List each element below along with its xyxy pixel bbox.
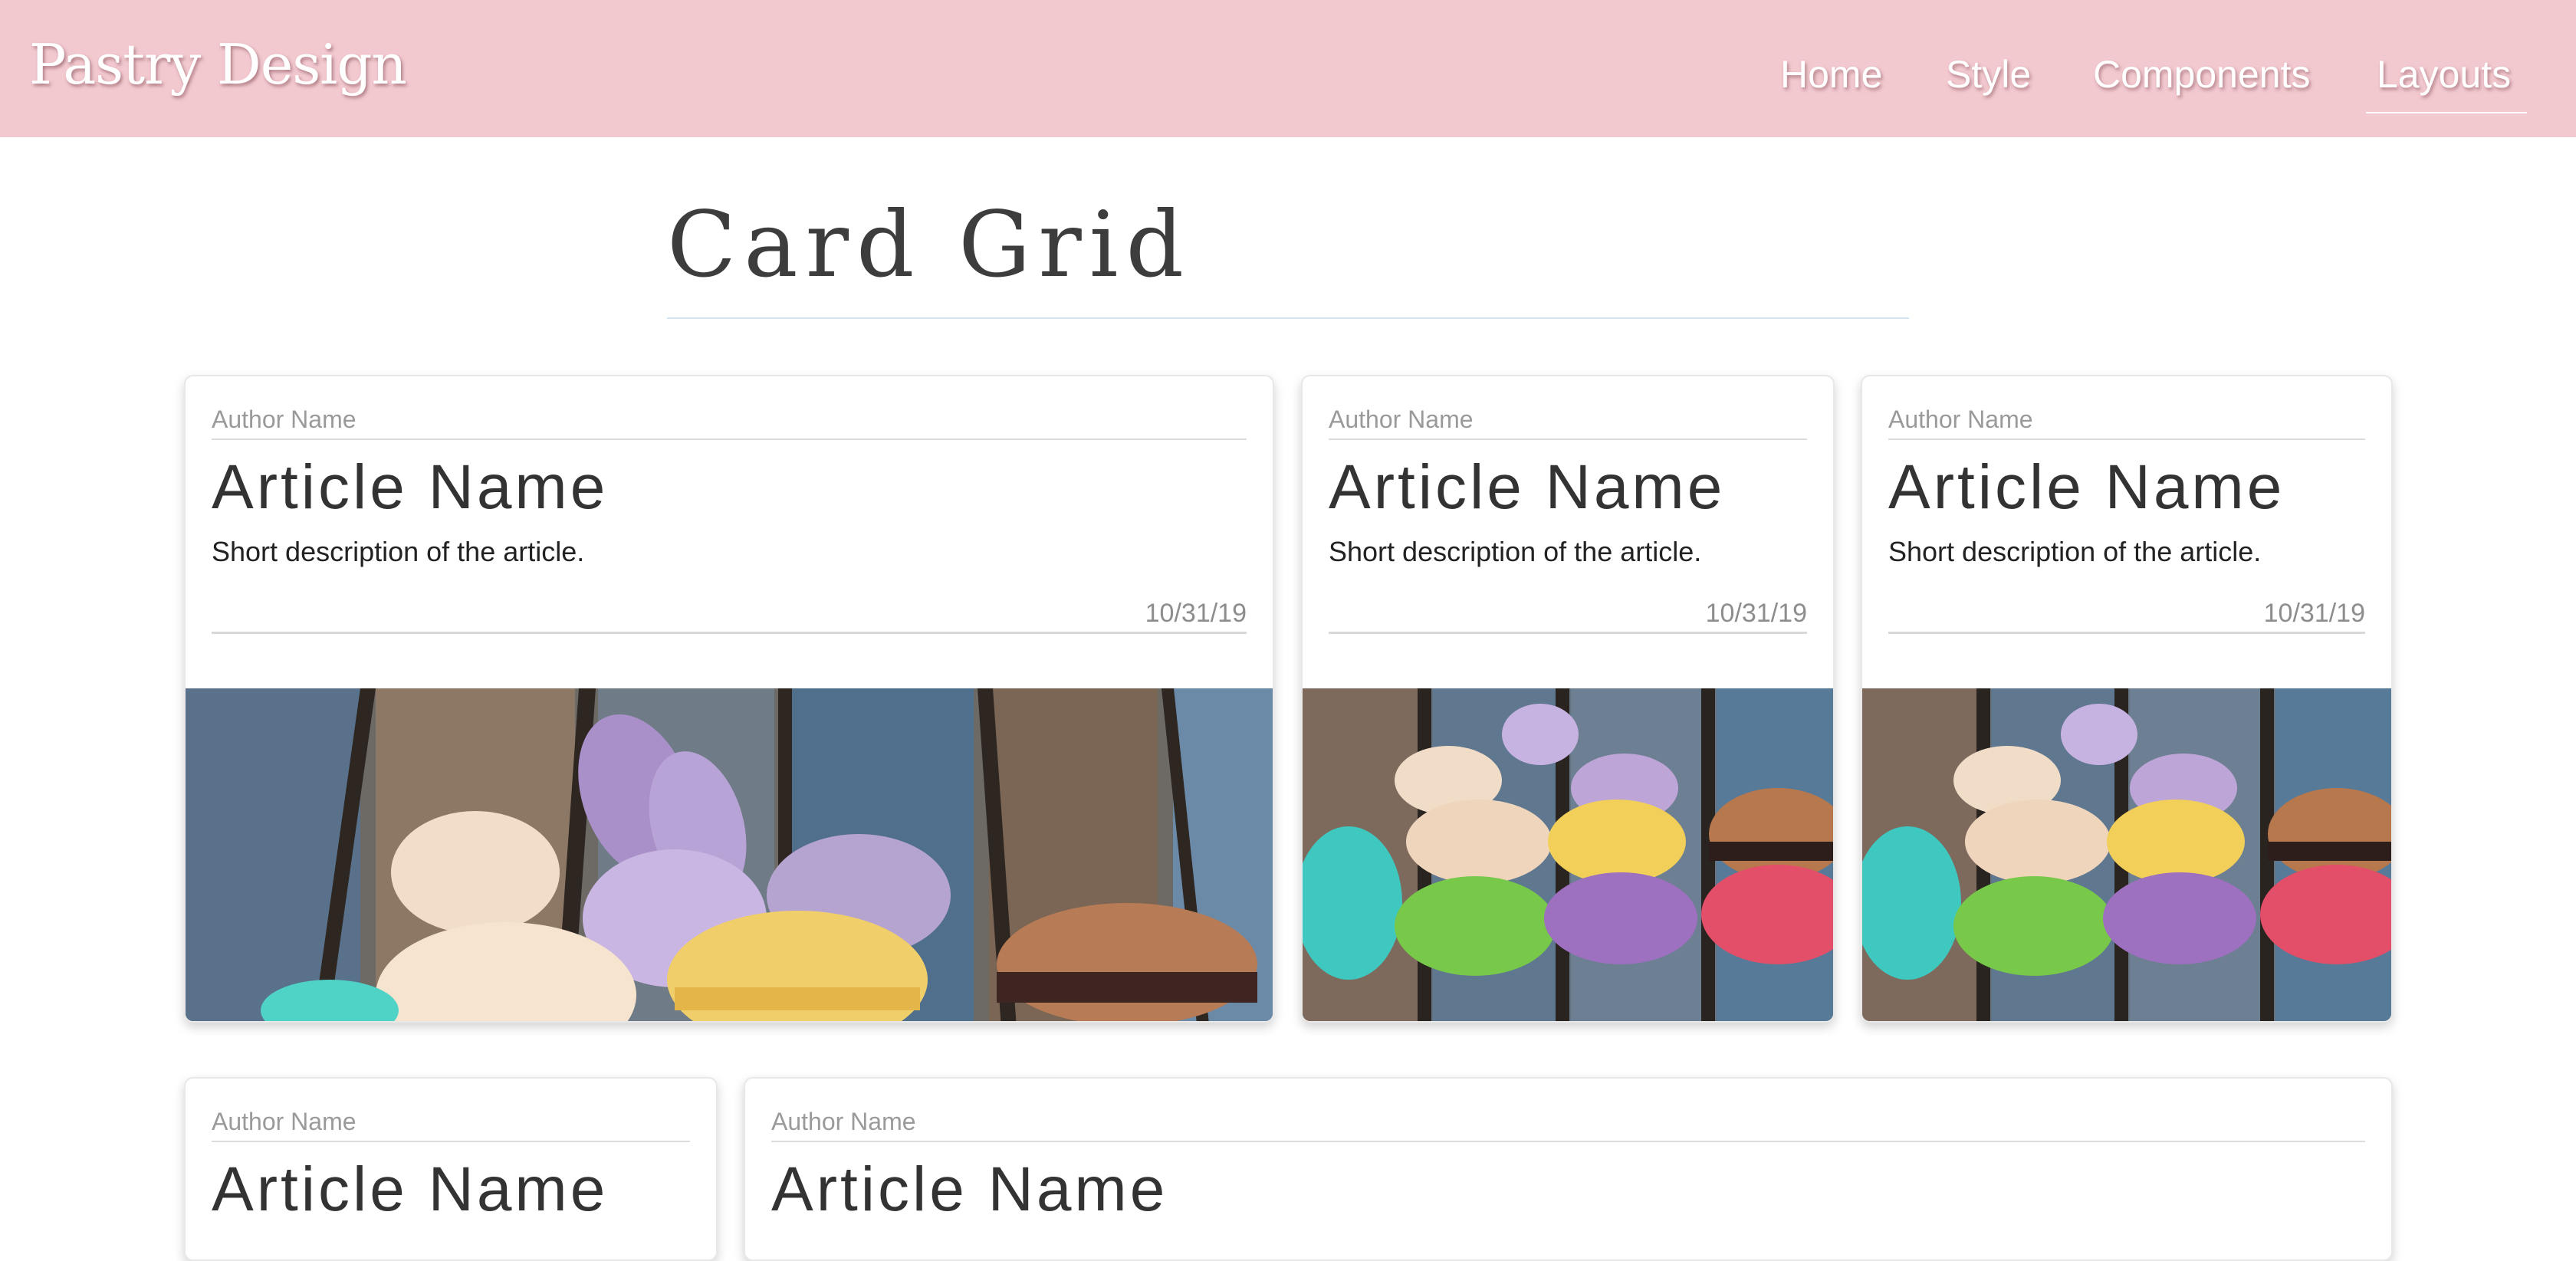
card-author: Author Name [771,1108,2365,1142]
nav-layouts[interactable]: Layouts [2377,52,2511,97]
card-author: Author Name [212,406,1247,440]
brand-logo[interactable]: Pastry Design [29,32,407,97]
card-title[interactable]: Article Name [212,452,608,524]
card-title[interactable]: Article Name [771,1154,1168,1226]
card-description: Short description of the article. [1329,536,1702,567]
card-image [1862,688,2391,1021]
card-author: Author Name [1329,406,1807,440]
article-card[interactable]: Author Name Article Name Short descripti… [1861,375,2393,1023]
nav-home[interactable]: Home [1780,52,1882,97]
card-image [186,688,1273,1021]
card-image [1303,688,1833,1021]
card-date: 10/31/19 [1329,599,1807,634]
card-title[interactable]: Article Name [1329,452,1725,524]
card-title[interactable]: Article Name [212,1154,608,1226]
card-date: 10/31/19 [1888,599,2365,634]
article-card[interactable]: Author Name Article Name Short descripti… [1301,375,1835,1023]
card-author: Author Name [212,1108,690,1142]
card-description: Short description of the article. [1888,536,2262,567]
nav-style[interactable]: Style [1946,52,2031,97]
card-date: 10/31/19 [212,599,1247,634]
article-card[interactable]: Author Name Article Name [744,1077,2393,1261]
title-divider [667,317,1909,319]
article-card[interactable]: Author Name Article Name Short descripti… [184,375,1274,1023]
article-card[interactable]: Author Name Article Name [184,1077,718,1261]
top-navbar: Pastry Design Home Style Components Layo… [0,0,2576,137]
page-title: Card Grid [667,192,1192,297]
card-title[interactable]: Article Name [1888,452,2285,524]
card-author: Author Name [1888,406,2365,440]
nav-components[interactable]: Components [2093,52,2311,97]
card-description: Short description of the article. [212,536,585,567]
active-nav-indicator [2366,112,2527,113]
